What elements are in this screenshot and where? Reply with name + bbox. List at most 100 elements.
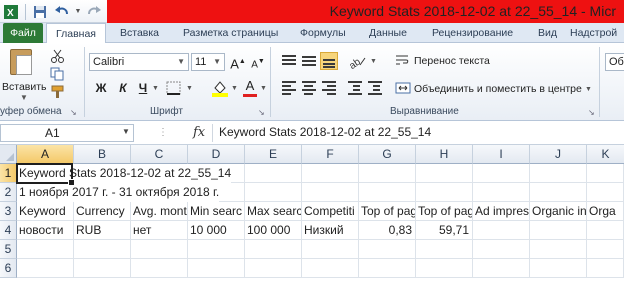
- font-size-select[interactable]: 11 ▼: [191, 53, 225, 71]
- cell-h3[interactable]: Top of pag: [416, 202, 473, 221]
- save-icon[interactable]: [29, 2, 51, 22]
- font-family-select[interactable]: Calibri ▼: [89, 53, 189, 71]
- wrap-text-icon[interactable]: [395, 53, 411, 67]
- cell-j1[interactable]: [530, 164, 587, 183]
- cell-h6[interactable]: [416, 259, 473, 278]
- italic-button[interactable]: К: [114, 79, 132, 97]
- tab-formulas[interactable]: Формулы: [300, 23, 346, 43]
- cell-a4[interactable]: новости: [17, 221, 74, 240]
- cut-icon[interactable]: [50, 49, 66, 63]
- cell-e6[interactable]: [245, 259, 302, 278]
- cell-d6[interactable]: [188, 259, 245, 278]
- cell-a1[interactable]: Keyword Stats 2018-12-02 at 22_55_14: [17, 164, 232, 183]
- tab-insert[interactable]: Вставка: [120, 23, 159, 43]
- formula-bar-grip-icon[interactable]: ⋮: [158, 127, 169, 138]
- tab-view[interactable]: Вид: [538, 23, 557, 43]
- chevron-down-icon[interactable]: ▼: [186, 85, 193, 92]
- cell-i2[interactable]: [473, 183, 530, 202]
- chevron-down-icon[interactable]: ▼: [585, 86, 592, 93]
- column-header-d[interactable]: D: [188, 145, 245, 164]
- cell-g2[interactable]: [359, 183, 416, 202]
- cell-i6[interactable]: [473, 259, 530, 278]
- cell-f4[interactable]: Низкий: [302, 221, 359, 240]
- cell-b3[interactable]: Currency: [74, 202, 131, 221]
- chevron-down-icon[interactable]: ▼: [152, 85, 159, 92]
- increase-indent-icon[interactable]: [366, 79, 384, 95]
- cell-c5[interactable]: [131, 240, 188, 259]
- cell-c3[interactable]: Avg. mont: [131, 202, 188, 221]
- cell-k3[interactable]: Orga: [587, 202, 624, 221]
- tab-file[interactable]: Файл: [3, 23, 43, 43]
- column-header-e[interactable]: E: [245, 145, 302, 164]
- cell-e5[interactable]: [245, 240, 302, 259]
- chevron-down-icon[interactable]: ▼: [370, 58, 377, 65]
- number-format-select[interactable]: Об: [605, 53, 624, 71]
- column-header-g[interactable]: G: [359, 145, 416, 164]
- cell-h5[interactable]: [416, 240, 473, 259]
- cell-k2[interactable]: [587, 183, 624, 202]
- tab-home[interactable]: Главная: [46, 23, 106, 44]
- cell-j2[interactable]: [530, 183, 587, 202]
- cell-g1[interactable]: [359, 164, 416, 183]
- row-header-1[interactable]: 1: [0, 164, 17, 183]
- paste-dropdown-icon[interactable]: ▼: [20, 93, 28, 102]
- undo-dropdown-icon[interactable]: ▼: [73, 2, 83, 22]
- row-header-6[interactable]: 6: [0, 259, 17, 278]
- row-header-5[interactable]: 5: [0, 240, 17, 259]
- align-top-icon[interactable]: [280, 53, 298, 69]
- chevron-down-icon[interactable]: ▼: [122, 127, 130, 136]
- orientation-icon[interactable]: ab: [347, 53, 368, 72]
- excel-app-icon[interactable]: X: [0, 2, 22, 22]
- cell-f1[interactable]: [302, 164, 359, 183]
- cell-a6[interactable]: [17, 259, 74, 278]
- row-header-3[interactable]: 3: [0, 202, 17, 221]
- cell-h4[interactable]: 59,71: [416, 221, 473, 240]
- tab-review[interactable]: Рецензирование: [432, 23, 513, 43]
- align-right-icon[interactable]: [320, 79, 338, 95]
- cell-e1[interactable]: [245, 164, 302, 183]
- cell-i5[interactable]: [473, 240, 530, 259]
- column-header-k[interactable]: K: [587, 145, 624, 164]
- alignment-launcher-icon[interactable]: ↘: [588, 108, 595, 117]
- merge-center-icon[interactable]: [395, 81, 411, 95]
- cell-k5[interactable]: [587, 240, 624, 259]
- align-center-icon[interactable]: [300, 79, 318, 95]
- cell-j3[interactable]: Organic in: [530, 202, 587, 221]
- cell-d5[interactable]: [188, 240, 245, 259]
- tab-page-layout[interactable]: Разметка страницы: [183, 23, 278, 43]
- fill-color-icon[interactable]: [211, 79, 229, 97]
- column-header-a[interactable]: A: [17, 145, 74, 164]
- cell-b6[interactable]: [74, 259, 131, 278]
- row-header-2[interactable]: 2: [0, 183, 17, 202]
- font-color-button[interactable]: A: [241, 77, 259, 97]
- cell-i3[interactable]: Ad impres: [473, 202, 530, 221]
- worksheet-grid[interactable]: A B C D E F G H I J K 1 2 3 4 5 6 Keywor…: [0, 145, 624, 283]
- align-middle-icon[interactable]: [300, 53, 318, 69]
- undo-icon[interactable]: [51, 2, 73, 22]
- cell-d4[interactable]: 10 000: [188, 221, 245, 240]
- cell-h1[interactable]: [416, 164, 473, 183]
- decrease-indent-icon[interactable]: [346, 79, 364, 95]
- cell-a2[interactable]: 1 ноября 2017 г. - 31 октября 2018 г.: [17, 183, 220, 202]
- select-all-button[interactable]: [0, 145, 17, 164]
- column-header-c[interactable]: C: [131, 145, 188, 164]
- redo-icon[interactable]: [83, 2, 105, 22]
- grow-font-button[interactable]: A▲: [229, 53, 247, 71]
- cell-g4[interactable]: 0,83: [359, 221, 416, 240]
- align-left-icon[interactable]: [280, 79, 298, 95]
- cell-b4[interactable]: RUB: [74, 221, 131, 240]
- column-header-h[interactable]: H: [416, 145, 473, 164]
- cell-f6[interactable]: [302, 259, 359, 278]
- cell-f5[interactable]: [302, 240, 359, 259]
- copy-icon[interactable]: [50, 67, 66, 81]
- cell-e3[interactable]: Max searc: [245, 202, 302, 221]
- cell-i4[interactable]: [473, 221, 530, 240]
- borders-icon[interactable]: [166, 81, 184, 95]
- shrink-font-button[interactable]: A▼: [249, 53, 267, 71]
- format-painter-icon[interactable]: [50, 85, 66, 99]
- paste-button[interactable]: Вставить ▼: [2, 47, 47, 103]
- cell-j5[interactable]: [530, 240, 587, 259]
- cell-k4[interactable]: [587, 221, 624, 240]
- chevron-down-icon[interactable]: ▼: [231, 85, 238, 92]
- column-header-b[interactable]: B: [74, 145, 131, 164]
